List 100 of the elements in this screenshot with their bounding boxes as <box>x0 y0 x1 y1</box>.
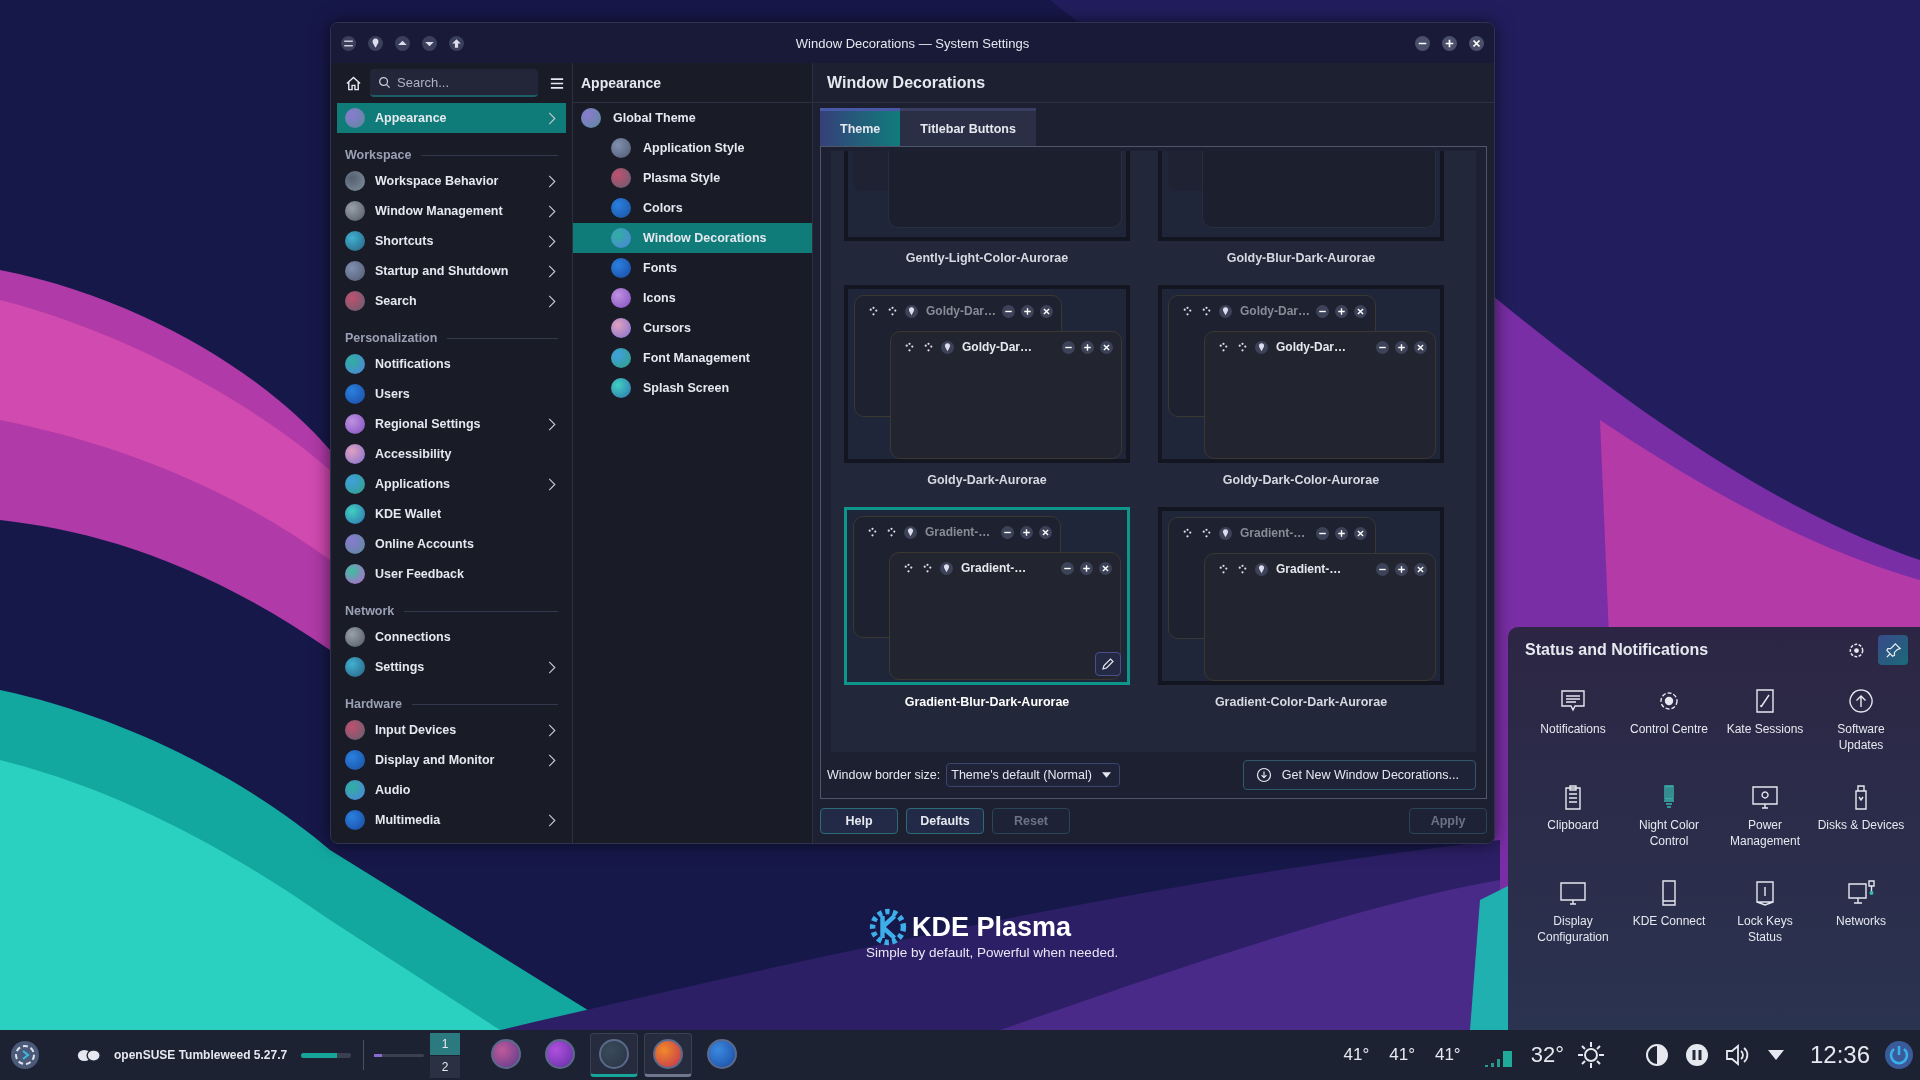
maximize-icon <box>1335 526 1348 540</box>
pin-button[interactable] <box>1878 635 1908 665</box>
dots-icon <box>1217 340 1230 354</box>
launcher-icon[interactable] <box>10 1040 40 1070</box>
minimize-icon <box>1062 340 1075 354</box>
pencil-icon <box>1101 657 1115 671</box>
tray-item[interactable]: Night Color Control <box>1621 777 1717 873</box>
sidebar-item[interactable]: Startup and Shutdown <box>337 256 566 286</box>
sidebar-item[interactable]: Accessibility <box>337 439 566 469</box>
theme-preview[interactable]: Gradient-… Gradient-… <box>1158 507 1444 685</box>
round-icon <box>345 810 365 830</box>
sidebar-item[interactable]: KDE Wallet <box>337 499 566 529</box>
sun-icon[interactable] <box>1575 1040 1606 1070</box>
sidebar-item[interactable]: User Feedback <box>337 559 566 589</box>
dots-icon <box>1236 562 1249 576</box>
up-arrow-icon[interactable] <box>449 35 464 51</box>
tray-item[interactable]: Power Management <box>1717 777 1813 873</box>
tray-item[interactable]: Kate Sessions <box>1717 681 1813 777</box>
minimize-icon <box>1376 340 1389 354</box>
sidebar-item[interactable]: Users <box>337 379 566 409</box>
home-icon[interactable] <box>345 74 362 92</box>
subnav-item[interactable]: Plasma Style <box>573 163 812 193</box>
theme-preview[interactable]: Gradient-… Gradient-… <box>844 507 1130 685</box>
tray-item[interactable]: Software Updates <box>1813 681 1909 777</box>
tab[interactable]: Titlebar Buttons <box>900 108 1036 146</box>
edit-button[interactable] <box>1095 652 1121 676</box>
sidebar-item[interactable]: Applications <box>337 469 566 499</box>
tray-item[interactable]: Display Configuration <box>1525 873 1621 969</box>
footer-button[interactable]: Defaults <box>906 808 984 834</box>
sidebar-item[interactable]: Audio <box>337 775 566 805</box>
subnav-item[interactable]: Global Theme <box>573 103 812 133</box>
toggle-icon[interactable] <box>76 1047 102 1063</box>
footer-button[interactable]: Help <box>820 808 898 834</box>
close-icon[interactable] <box>1469 35 1484 51</box>
round-icon <box>345 231 365 251</box>
sidebar-item[interactable]: Display and Monitor <box>337 745 566 775</box>
menu-icon[interactable] <box>550 76 564 90</box>
border-size-dropdown[interactable]: Theme's default (Normal) <box>946 763 1121 787</box>
subnav-item[interactable]: Splash Screen <box>573 373 812 403</box>
maximize-icon <box>1335 304 1348 318</box>
temperature-reading[interactable]: 41° <box>1389 1045 1415 1065</box>
theme-preview[interactable]: Goldy-Dar… Goldy-Dar… <box>1158 285 1444 463</box>
sidebar-item[interactable]: Connections <box>337 622 566 652</box>
close-icon <box>1354 526 1367 540</box>
sidebar-item[interactable]: Search <box>337 286 566 316</box>
subnav-item[interactable]: Fonts <box>573 253 812 283</box>
clock[interactable]: 12:36 <box>1809 1041 1870 1069</box>
desktop-button[interactable]: 1 <box>430 1032 461 1055</box>
weather-reading[interactable]: 32° <box>1530 1042 1564 1068</box>
temperature-reading[interactable]: 41° <box>1343 1045 1370 1065</box>
power-icon[interactable] <box>1884 1040 1914 1070</box>
expand-icon[interactable] <box>1767 1050 1784 1060</box>
pause-icon[interactable] <box>1683 1042 1710 1068</box>
maximize-icon[interactable] <box>1442 35 1457 51</box>
subnav-item[interactable]: Application Style <box>573 133 812 163</box>
chevron-icon <box>548 660 556 674</box>
desktop-button[interactable]: 2 <box>430 1055 461 1078</box>
search-field[interactable]: Search... <box>370 69 538 97</box>
temperature-reading[interactable]: 41° <box>1434 1045 1461 1065</box>
tray-item[interactable]: Disks & Devices <box>1813 777 1909 873</box>
subnav-item[interactable]: Cursors <box>573 313 812 343</box>
sidebar-item[interactable]: Online Accounts <box>337 529 566 559</box>
tab[interactable]: Theme <box>820 108 901 146</box>
sidebar-item[interactable]: Appearance <box>337 103 566 133</box>
chevron-icon <box>548 813 556 827</box>
sidebar-item[interactable]: Workspace Behavior <box>337 166 566 196</box>
subnav-item[interactable]: Window Decorations <box>573 223 812 253</box>
brand-tagline: Simple by default, Powerful when needed. <box>866 945 1119 960</box>
subnav-item[interactable]: Font Management <box>573 343 812 373</box>
sidebar-item[interactable]: Window Management <box>337 196 566 226</box>
chevron-icon <box>548 417 556 431</box>
sidebar-item[interactable]: Input Devices <box>337 715 566 745</box>
pin-icon[interactable] <box>368 35 383 51</box>
tray-item[interactable]: Control Centre <box>1621 681 1717 777</box>
chevron-icon <box>548 753 556 767</box>
theme-name: Goldy-Blur-Dark-Aurorae <box>1226 251 1376 265</box>
round-icon <box>345 474 365 494</box>
theme-preview[interactable]: Goldy-Dar… Goldy-Dar… <box>844 285 1130 463</box>
tray-item[interactable]: KDE Connect <box>1621 873 1717 969</box>
subnav-item[interactable]: Icons <box>573 283 812 313</box>
task-button[interactable] <box>644 1033 693 1077</box>
sidebar-item[interactable]: Notifications <box>337 349 566 379</box>
sidebar-item[interactable]: Regional Settings <box>337 409 566 439</box>
sidebar-item[interactable]: Multimedia <box>337 805 566 835</box>
chevron-icon <box>548 234 556 248</box>
tray-item[interactable]: Clipboard <box>1525 777 1621 873</box>
sidebar-item[interactable]: Settings <box>337 652 566 682</box>
subnav-item[interactable]: Colors <box>573 193 812 223</box>
half-circle-icon[interactable] <box>1643 1042 1670 1068</box>
sliders-icon[interactable] <box>341 35 356 51</box>
tray-item[interactable]: Notifications <box>1525 681 1621 777</box>
tray-item[interactable]: Lock Keys Status <box>1717 873 1813 969</box>
volume-icon[interactable] <box>1723 1042 1750 1068</box>
minimize-icon[interactable] <box>1415 35 1430 51</box>
get-new-button[interactable]: Get New Window Decorations... <box>1242 760 1476 790</box>
sidebar-item[interactable]: Shortcuts <box>337 226 566 256</box>
preview-title: Goldy-Dar… <box>926 304 996 318</box>
task-button[interactable] <box>590 1033 639 1077</box>
tray-item[interactable]: Networks <box>1813 873 1909 969</box>
round-icon <box>345 750 365 770</box>
